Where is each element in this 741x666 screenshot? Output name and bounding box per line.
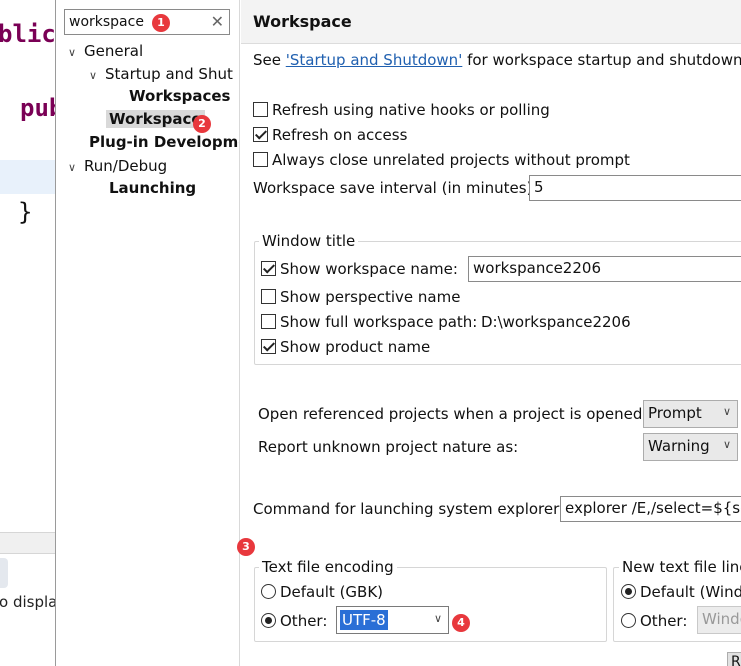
delimiter-select: Windo: [697, 606, 741, 634]
show-perspective-option[interactable]: Show perspective name: [261, 288, 460, 306]
command-label: Command for launching system explorer:: [253, 500, 565, 518]
filter-input[interactable]: [69, 12, 199, 32]
tree-item-label: General: [84, 42, 144, 60]
step-marker-3: 3: [237, 538, 255, 556]
delimiter-default-radio[interactable]: [621, 584, 636, 599]
text-encoding-legend: Text file encoding: [259, 558, 397, 576]
delimiter-default-option[interactable]: Default (Wind: [621, 583, 741, 601]
intro-text: See 'Startup and Shutdown' for workspace…: [253, 51, 741, 69]
refresh-native-checkbox[interactable]: [253, 102, 268, 117]
tree-item-run-debug[interactable]: ∨ Run/Debug: [68, 155, 167, 177]
window-title-legend: Window title: [259, 232, 359, 250]
delimiter-other-option[interactable]: Other:: [621, 612, 687, 630]
encoding-default-option[interactable]: Default (GBK): [261, 583, 383, 601]
refresh-on-access-checkbox[interactable]: [253, 127, 268, 142]
chevron-down-icon: ∨: [433, 612, 442, 625]
code-line: pub: [20, 94, 55, 122]
restore-defaults-button[interactable]: R: [727, 652, 741, 666]
tree-item-workspace[interactable]: Workspace: [106, 108, 205, 130]
tree-item-label: Run/Debug: [84, 157, 168, 175]
current-line-highlight: [0, 160, 55, 194]
option-close-unrelated[interactable]: Always close unrelated projects without …: [253, 151, 630, 169]
option-label: Default (Wind: [640, 583, 741, 601]
chevron-down-icon[interactable]: ∨: [68, 42, 84, 64]
chevron-down-icon: ∨: [722, 405, 731, 418]
option-label: Show product name: [280, 338, 431, 356]
select-value: Prompt: [648, 404, 702, 422]
tree-item-label: Startup and Shut: [105, 65, 233, 83]
tree-item-launching[interactable]: Launching: [109, 177, 196, 199]
page-header: Workspace: [241, 0, 741, 44]
tree-item-general[interactable]: ∨ General: [68, 40, 143, 62]
option-refresh-native[interactable]: Refresh using native hooks or polling: [253, 101, 550, 119]
encoding-select[interactable]: UTF-8 ∨: [336, 606, 449, 634]
option-label: Refresh using native hooks or polling: [272, 101, 550, 119]
select-value: UTF-8: [340, 610, 388, 630]
tree-item-startup-and-shutdown[interactable]: ∨ Startup and Shut: [89, 63, 233, 85]
step-marker-1: 1: [152, 14, 170, 32]
show-workspace-name-checkbox[interactable]: [261, 261, 276, 276]
workspace-name-input[interactable]: workspance2206: [468, 256, 741, 282]
delimiter-other-radio[interactable]: [621, 613, 636, 628]
encoding-default-radio[interactable]: [261, 584, 276, 599]
tree-item-plugin-development[interactable]: Plug-in Developme: [89, 131, 240, 153]
page-title: Workspace: [253, 12, 352, 31]
line-delimiter-legend: New text file line: [619, 558, 741, 576]
editor-status-text: o displa: [0, 593, 55, 611]
show-full-path-option[interactable]: Show full workspace path:: [261, 313, 477, 331]
tree-item-label: Launching: [109, 179, 197, 197]
command-input[interactable]: explorer /E,/select=${sel: [560, 496, 741, 522]
code-line: }: [18, 198, 33, 226]
open-referenced-select[interactable]: Prompt ∨: [643, 400, 738, 428]
show-perspective-checkbox[interactable]: [261, 289, 276, 304]
show-full-path-checkbox[interactable]: [261, 314, 276, 329]
open-referenced-label: Open referenced projects when a project …: [258, 405, 648, 423]
save-interval-input[interactable]: 5: [529, 175, 741, 201]
tree-item-workspaces[interactable]: Workspaces: [129, 85, 230, 107]
chevron-down-icon[interactable]: ∨: [89, 65, 105, 87]
show-workspace-name-option[interactable]: Show workspace name:: [261, 260, 458, 278]
editor-tab[interactable]: [0, 558, 8, 588]
tree-item-label: Plug-in Developme: [89, 133, 240, 151]
close-unrelated-checkbox[interactable]: [253, 152, 268, 167]
startup-shutdown-link[interactable]: 'Startup and Shutdown': [286, 51, 463, 69]
intro-rest: for workspace startup and shutdown pr: [462, 51, 741, 69]
show-product-checkbox[interactable]: [261, 339, 276, 354]
tree-item-label: Workspaces: [129, 87, 231, 105]
intro-see: See: [253, 51, 286, 69]
report-unknown-label: Report unknown project nature as:: [258, 438, 519, 456]
encoding-other-radio[interactable]: [261, 613, 276, 628]
option-refresh-on-access[interactable]: Refresh on access: [253, 126, 407, 144]
show-product-option[interactable]: Show product name: [261, 338, 430, 356]
encoding-other-option[interactable]: Other:: [261, 612, 327, 630]
option-label: Show workspace name:: [280, 260, 458, 278]
full-path-value: D:\workspance2206: [481, 313, 631, 331]
option-label: Refresh on access: [272, 126, 408, 144]
select-value: Warning: [648, 437, 710, 455]
step-marker-2: 2: [193, 115, 211, 133]
option-label: Other:: [640, 612, 688, 630]
option-label: Always close unrelated projects without …: [272, 151, 630, 169]
filter-field[interactable]: ✕: [64, 9, 230, 35]
chevron-down-icon[interactable]: ∨: [68, 157, 84, 179]
preference-page: Workspace See 'Startup and Shutdown' for…: [241, 0, 741, 666]
code-line: blic: [0, 20, 55, 48]
option-label: Other:: [280, 612, 328, 630]
save-interval-label: Workspace save interval (in minutes):: [253, 179, 538, 197]
option-label: Show perspective name: [280, 288, 461, 306]
tree-item-label: Workspace: [106, 110, 205, 128]
code-editor: blic pub } o displa: [0, 0, 55, 666]
option-label: Default (GBK): [280, 583, 384, 601]
close-icon[interactable]: ✕: [211, 12, 224, 31]
editor-toolbar: [0, 532, 55, 554]
report-unknown-select[interactable]: Warning ∨: [643, 433, 738, 461]
step-marker-4: 4: [452, 614, 470, 632]
option-label: Show full workspace path:: [280, 313, 478, 331]
preferences-tree-panel: ✕ ∨General ∨Startup and Shut Workspaces …: [55, 0, 240, 666]
chevron-down-icon: ∨: [722, 438, 731, 451]
